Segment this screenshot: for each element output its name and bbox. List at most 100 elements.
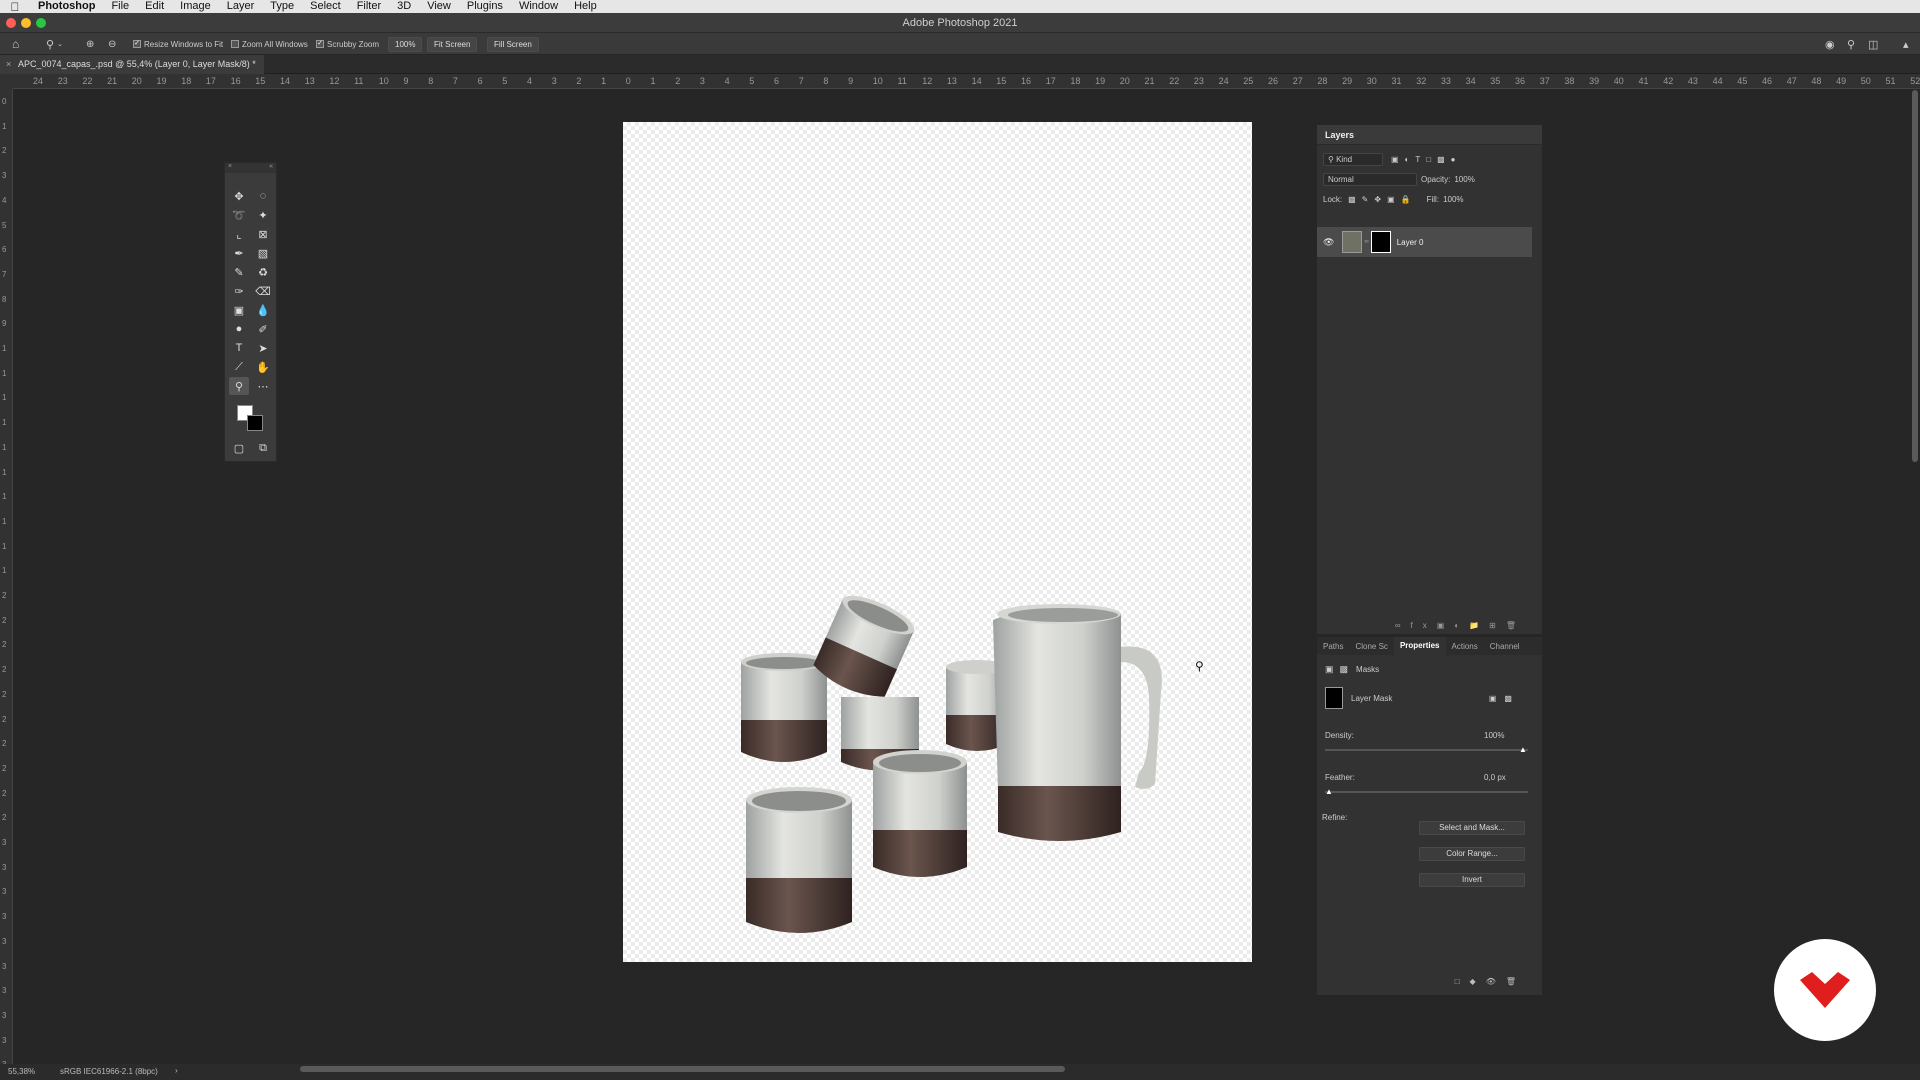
history-brush-icon[interactable]: ✑ bbox=[229, 282, 249, 300]
tab-channels[interactable]: Channel bbox=[1484, 642, 1526, 651]
kind-filter-select[interactable]: ⚲ Kind bbox=[1323, 152, 1383, 166]
blend-mode-select[interactable]: Normal bbox=[1323, 172, 1417, 186]
hand-tool-icon[interactable]: ✋ bbox=[253, 358, 273, 376]
tab-properties[interactable]: Properties bbox=[1393, 637, 1446, 655]
search-icon[interactable]: ⚲ bbox=[1847, 33, 1855, 55]
layer-name[interactable]: Layer 0 bbox=[1397, 238, 1424, 247]
visibility-icon[interactable]: 👁 bbox=[1486, 977, 1506, 986]
layers-title[interactable]: Layers bbox=[1317, 125, 1542, 145]
dodge-tool-icon[interactable]: ● bbox=[229, 320, 249, 338]
lock-icons[interactable]: ▩✎✥▣🔒 bbox=[1348, 195, 1416, 204]
home-icon[interactable]: ⌂ bbox=[12, 33, 19, 55]
lasso-tool-icon[interactable]: ➰ bbox=[229, 206, 249, 224]
type-tool-icon[interactable]: T bbox=[229, 339, 249, 357]
document-tab[interactable]: × APC_0074_capas_.psd @ 55,4% (Layer 0, … bbox=[0, 55, 264, 74]
menu-window[interactable]: Window bbox=[511, 0, 566, 13]
menu-select[interactable]: Select bbox=[302, 0, 349, 13]
scrubby-zoom-checkbox[interactable]: ✓ Scrubby Zoom bbox=[316, 33, 379, 55]
magic-wand-icon[interactable]: ✦ bbox=[253, 206, 273, 224]
background-color-swatch[interactable] bbox=[247, 415, 263, 431]
trash-icon[interactable]: 🗑 bbox=[1506, 977, 1526, 986]
zoom-tool-icon[interactable]: ⚲ bbox=[229, 377, 249, 395]
zoom-tool-icon[interactable]: ⚲ ⌄ bbox=[46, 33, 63, 55]
invert-button[interactable]: Invert bbox=[1419, 873, 1525, 887]
frame-tool-icon[interactable]: ⊠ bbox=[253, 225, 273, 243]
opacity-value[interactable]: 100% bbox=[1454, 175, 1474, 184]
feather-slider[interactable] bbox=[1325, 791, 1528, 793]
select-and-mask-button[interactable]: Select and Mask... bbox=[1419, 821, 1525, 835]
stamp-tool-icon[interactable]: ♻ bbox=[253, 263, 273, 281]
link-icon[interactable]: ∞ bbox=[1364, 239, 1368, 245]
menu-3d[interactable]: 3D bbox=[389, 0, 419, 13]
workspace-icon[interactable]: ◫ bbox=[1868, 33, 1878, 55]
fill-value[interactable]: 100% bbox=[1443, 195, 1463, 204]
collapse-icon[interactable]: « bbox=[269, 163, 273, 173]
pixel-mask-icon[interactable]: ▣ bbox=[1325, 664, 1334, 675]
layer-row[interactable]: 👁 ∞ Layer 0 bbox=[1317, 227, 1532, 257]
feather-value[interactable]: 0,0 px bbox=[1484, 773, 1524, 782]
add-mask-icon[interactable]: ▣ bbox=[1437, 621, 1455, 630]
chevron-right-icon[interactable]: › bbox=[175, 1066, 178, 1075]
link-layers-icon[interactable]: ∞ bbox=[1395, 621, 1411, 630]
menu-layer[interactable]: Layer bbox=[219, 0, 263, 13]
menu-app[interactable]: Photoshop bbox=[30, 0, 103, 13]
density-slider[interactable] bbox=[1325, 749, 1528, 751]
menu-image[interactable]: Image bbox=[172, 0, 219, 13]
vector-mask-icon[interactable]: ▩ bbox=[1340, 664, 1349, 675]
menu-view[interactable]: View bbox=[419, 0, 459, 13]
menu-edit[interactable]: Edit bbox=[137, 0, 172, 13]
blur-tool-icon[interactable]: 💧 bbox=[253, 301, 273, 319]
gradient-tool-icon[interactable]: ▣ bbox=[229, 301, 249, 319]
pen-tool-icon[interactable]: ✐ bbox=[253, 320, 273, 338]
layer-filter-icons[interactable]: ▣◐T□▩● bbox=[1391, 155, 1462, 164]
menu-type[interactable]: Type bbox=[262, 0, 302, 13]
group-icon[interactable]: 📁 bbox=[1469, 621, 1489, 630]
eraser-tool-icon[interactable]: ⌫ bbox=[253, 282, 273, 300]
menu-file[interactable]: File bbox=[103, 0, 137, 13]
zoom-value-field[interactable]: 100% bbox=[388, 36, 423, 52]
tab-clone-source[interactable]: Clone Sc bbox=[1349, 642, 1393, 651]
color-range-button[interactable]: Color Range... bbox=[1419, 847, 1525, 861]
mask-select-icons[interactable]: ▣▩ bbox=[1489, 694, 1520, 703]
density-slider-thumb[interactable]: ▲ bbox=[1519, 745, 1527, 754]
vertical-ruler[interactable]: 0123456789111111111122222222223333333333 bbox=[0, 89, 13, 1064]
zoom-readout[interactable]: 55,38% bbox=[8, 1067, 35, 1076]
document-canvas[interactable] bbox=[623, 122, 1252, 962]
healing-brush-icon[interactable]: ▧ bbox=[253, 244, 273, 262]
eye-icon[interactable]: 👁 bbox=[1323, 237, 1334, 248]
share-icon[interactable]: ◉ bbox=[1825, 33, 1835, 55]
density-value[interactable]: 100% bbox=[1484, 731, 1524, 740]
more-tools-icon[interactable]: ⋯ bbox=[253, 377, 273, 395]
new-layer-icon[interactable]: ⊞ bbox=[1489, 621, 1506, 630]
brush-tool-icon[interactable]: ✎ bbox=[229, 263, 249, 281]
horizontal-ruler[interactable]: 24 23 22 21 20 19 18 17 16 15 14 13 12 11 10 9 8 7 6 5 4 3 2 1 0… bbox=[13, 74, 1920, 89]
tab-paths[interactable]: Paths bbox=[1317, 642, 1349, 651]
trash-icon[interactable]: 🗑 bbox=[1506, 621, 1526, 630]
menu-help[interactable]: Help bbox=[566, 0, 605, 13]
apple-icon[interactable]:  bbox=[0, 0, 30, 14]
horizontal-scrollbar[interactable] bbox=[300, 1066, 1065, 1072]
export-icon[interactable]: ▴ bbox=[1903, 33, 1909, 55]
quick-mask-icon[interactable]: ▢ bbox=[229, 439, 249, 457]
move-tool-icon[interactable]: ✥ bbox=[229, 187, 249, 205]
fill-screen-button[interactable]: Fill Screen bbox=[487, 36, 539, 52]
screen-mode-icon[interactable]: ⧉ bbox=[253, 439, 273, 457]
close-icon[interactable]: × bbox=[228, 163, 232, 173]
marquee-tool-icon[interactable]: ◌ bbox=[253, 187, 273, 205]
crop-tool-icon[interactable]: ⌞ bbox=[229, 225, 249, 243]
menu-filter[interactable]: Filter bbox=[349, 0, 389, 13]
vertical-scrollbar[interactable] bbox=[1912, 90, 1918, 462]
feather-slider-thumb[interactable]: ▲ bbox=[1325, 787, 1333, 796]
adjustment-icon[interactable]: ◐ bbox=[1454, 621, 1469, 630]
mask-thumbnail[interactable] bbox=[1370, 231, 1391, 253]
zoom-in-icon[interactable]: ⊕ bbox=[86, 33, 94, 55]
line-tool-icon[interactable]: ⟋ bbox=[229, 358, 249, 376]
zoom-out-icon[interactable]: ⊖ bbox=[108, 33, 116, 55]
tab-actions[interactable]: Actions bbox=[1446, 642, 1484, 651]
fx-icon[interactable]: fx bbox=[1411, 621, 1437, 630]
fit-screen-button[interactable]: Fit Screen bbox=[427, 36, 478, 52]
resize-windows-checkbox[interactable]: ✓ Resize Windows to Fit bbox=[133, 33, 223, 55]
path-selection-icon[interactable]: ➤ bbox=[253, 339, 273, 357]
menu-plugins[interactable]: Plugins bbox=[459, 0, 511, 13]
load-selection-icon[interactable]: □ bbox=[1455, 977, 1470, 986]
